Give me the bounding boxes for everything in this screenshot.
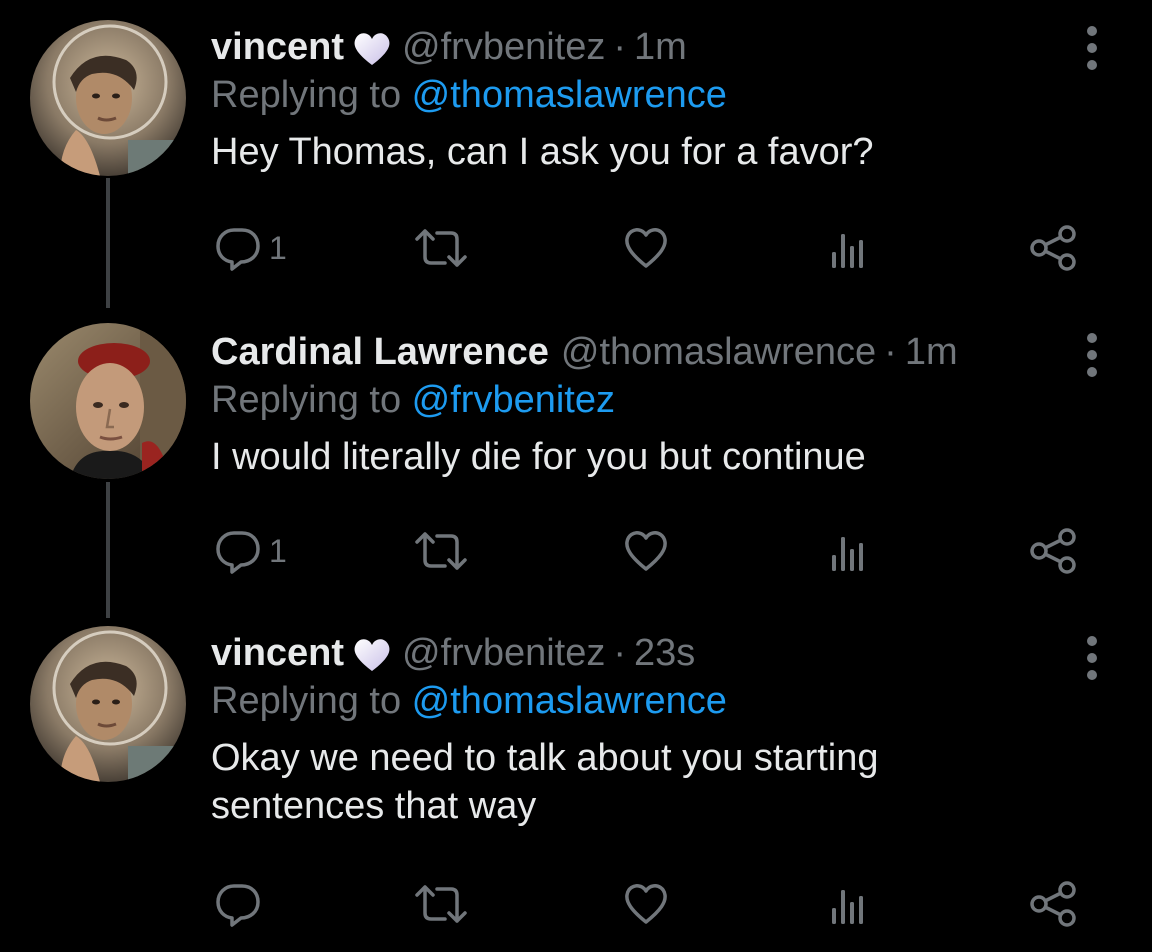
vincent-avatar-image xyxy=(30,20,186,176)
timestamp[interactable]: 1m xyxy=(634,24,687,70)
share-icon xyxy=(1030,881,1076,927)
share-icon xyxy=(1030,528,1076,574)
tweet-header: vincent @frvbenitez · 1m xyxy=(211,24,1152,70)
views-icon xyxy=(832,890,863,924)
display-name[interactable]: Cardinal Lawrence xyxy=(211,329,549,375)
reply-count: 1 xyxy=(269,229,287,266)
heart-icon xyxy=(625,884,667,924)
share-button[interactable] xyxy=(1029,220,1079,276)
handle[interactable]: @thomaslawrence xyxy=(561,329,876,375)
avatar[interactable] xyxy=(30,323,186,479)
avatar[interactable] xyxy=(30,626,186,782)
mention-link[interactable]: @frvbenitez xyxy=(412,379,615,421)
mention-link[interactable]: @thomaslawrence xyxy=(412,680,727,722)
like-button[interactable] xyxy=(623,876,669,932)
retweet-button[interactable] xyxy=(413,220,469,276)
separator-dot: · xyxy=(884,331,897,373)
replying-to-line: Replying to @thomaslawrence xyxy=(211,70,1152,120)
more-options-button[interactable] xyxy=(1082,330,1102,380)
tweet[interactable]: vincent @frvbenitez · 1m Replying to @th… xyxy=(0,0,1152,305)
tweet-actions: 1 xyxy=(211,523,1091,579)
retweet-icon xyxy=(415,229,467,267)
more-options-icon xyxy=(1087,636,1097,680)
reply-button[interactable]: 1 xyxy=(215,220,287,276)
tweet-text: I would literally die for you but contin… xyxy=(211,436,866,478)
tweet-header: vincent @frvbenitez · 23s xyxy=(211,630,1152,676)
tweet-actions xyxy=(211,876,1091,932)
timestamp[interactable]: 1m xyxy=(905,329,958,375)
reply-icon xyxy=(216,884,260,927)
more-options-icon xyxy=(1087,333,1097,377)
white-heart-icon xyxy=(352,31,392,67)
reply-icon xyxy=(216,228,260,271)
display-name[interactable]: vincent xyxy=(211,24,344,70)
avatar[interactable] xyxy=(30,20,186,176)
views-icon xyxy=(832,234,863,268)
tweet-text: Okay we need to talk about you starting … xyxy=(211,737,879,827)
reply-button[interactable]: 1 xyxy=(215,523,287,579)
like-button[interactable] xyxy=(623,523,669,579)
share-button[interactable] xyxy=(1029,523,1079,579)
replying-to-label: Replying to xyxy=(211,680,412,722)
replying-to-label: Replying to xyxy=(211,74,412,116)
separator-dot: · xyxy=(613,632,627,674)
tweet[interactable]: Cardinal Lawrence @thomaslawrence · 1m R… xyxy=(0,305,1152,610)
tweet-header: Cardinal Lawrence @thomaslawrence · 1m xyxy=(211,329,1152,375)
share-icon xyxy=(1030,225,1076,271)
replying-to-label: Replying to xyxy=(211,379,412,421)
more-options-button[interactable] xyxy=(1082,633,1102,683)
tweet[interactable]: vincent @frvbenitez · 23s Replying to @t… xyxy=(0,610,1152,952)
like-button[interactable] xyxy=(623,220,669,276)
views-button[interactable] xyxy=(827,523,867,579)
cardinal-avatar-image xyxy=(30,323,186,479)
reply-count: 1 xyxy=(269,532,287,569)
retweet-button[interactable] xyxy=(413,876,469,932)
more-options-icon xyxy=(1087,26,1097,70)
views-button[interactable] xyxy=(827,220,867,276)
reply-icon xyxy=(216,531,260,574)
retweet-icon xyxy=(415,885,467,923)
heart-icon xyxy=(625,531,667,571)
replying-to-line: Replying to @frvbenitez xyxy=(211,375,1152,425)
heart-icon xyxy=(625,228,667,268)
views-icon xyxy=(832,537,863,571)
white-heart-icon xyxy=(352,637,392,673)
tweet-text: Hey Thomas, can I ask you for a favor? xyxy=(211,131,874,173)
vincent-avatar-image xyxy=(30,626,186,782)
share-button[interactable] xyxy=(1029,876,1079,932)
display-name[interactable]: vincent xyxy=(211,630,344,676)
handle[interactable]: @frvbenitez xyxy=(402,630,605,676)
tweet-content: vincent @frvbenitez · 1m Replying to @th… xyxy=(211,24,1152,176)
reply-button[interactable] xyxy=(215,876,269,932)
replying-to-line: Replying to @thomaslawrence xyxy=(211,676,1152,726)
tweet-content: Cardinal Lawrence @thomaslawrence · 1m R… xyxy=(211,329,1152,481)
tweet-actions: 1 xyxy=(211,220,1091,276)
more-options-button[interactable] xyxy=(1082,23,1102,73)
views-button[interactable] xyxy=(827,876,867,932)
timestamp[interactable]: 23s xyxy=(634,630,695,676)
tweet-content: vincent @frvbenitez · 23s Replying to @t… xyxy=(211,630,1152,830)
retweet-button[interactable] xyxy=(413,523,469,579)
mention-link[interactable]: @thomaslawrence xyxy=(412,74,727,116)
retweet-icon xyxy=(415,532,467,570)
handle[interactable]: @frvbenitez xyxy=(402,24,605,70)
separator-dot: · xyxy=(613,26,627,68)
